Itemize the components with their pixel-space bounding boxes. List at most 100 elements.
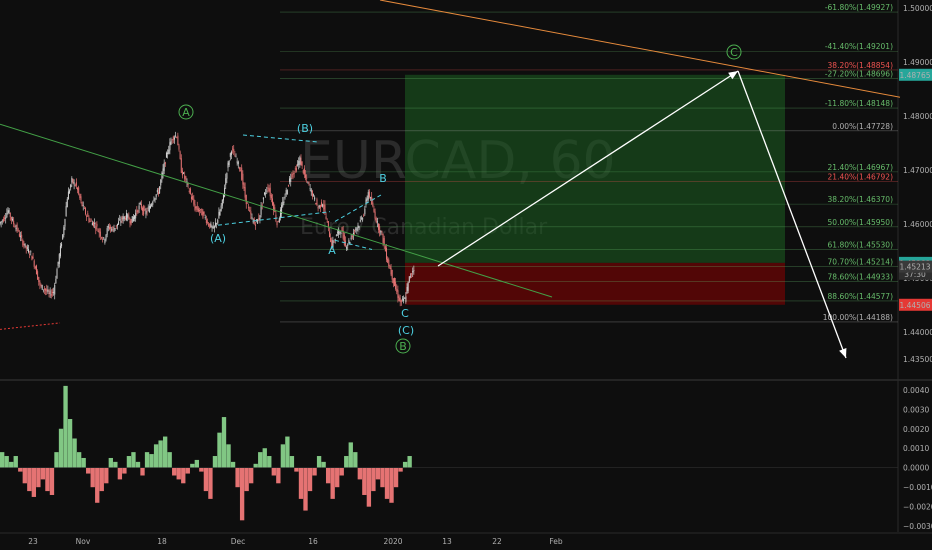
price-candle <box>183 172 185 174</box>
price-candle <box>24 243 26 246</box>
price-candle <box>282 201 284 207</box>
oscillator-bar <box>398 467 403 472</box>
position-zones[interactable] <box>405 74 785 305</box>
price-candle <box>79 194 81 199</box>
price-candle <box>287 185 289 187</box>
fib-level-label: 50.00%(1.45950) <box>828 218 894 227</box>
price-candle <box>264 192 266 195</box>
wave-label: B <box>379 172 387 185</box>
oscillator-bar <box>126 456 132 468</box>
eurcad-chart[interactable]: EURCAD, 60 Euro / Canadian Dollar -61.80… <box>0 0 932 550</box>
price-candle <box>115 225 117 227</box>
price-candle <box>122 216 124 221</box>
price-candle <box>225 178 227 185</box>
price-candle <box>152 201 154 205</box>
oscillator-bar <box>58 428 64 468</box>
price-candle <box>253 218 255 225</box>
price-candle <box>29 254 31 255</box>
price-candle <box>193 198 195 205</box>
price-candle <box>346 247 348 249</box>
oscillator-bar <box>375 467 381 480</box>
price-candle <box>400 299 402 303</box>
price-candle <box>257 219 259 224</box>
oscillator-bar <box>181 467 186 484</box>
price-candle <box>340 232 342 234</box>
price-candle <box>102 239 104 240</box>
oscillator-bar <box>45 467 50 492</box>
take-profit-zone[interactable] <box>405 74 785 263</box>
oscillator-bar <box>40 467 46 480</box>
oscillator-tick-label: 0.0010 <box>903 444 929 453</box>
price-candle <box>26 247 28 249</box>
oscillator-bar <box>167 452 172 468</box>
price-candle <box>18 233 20 237</box>
price-candle <box>409 276 411 278</box>
oscillator-tick-label: −0.0020 <box>903 503 932 512</box>
price-candle <box>202 211 204 218</box>
oscillator-bar <box>131 452 136 468</box>
oscillator-bar <box>280 444 286 468</box>
price-candle <box>265 193 267 195</box>
price-candle <box>384 246 386 252</box>
price-candle <box>208 223 210 226</box>
price-candle <box>260 205 262 215</box>
price-candle <box>31 255 33 261</box>
price-candle <box>356 227 358 231</box>
price-candle <box>61 243 63 247</box>
price-candle <box>143 206 145 215</box>
price-candle <box>363 215 365 217</box>
price-candle <box>98 229 100 234</box>
wave-label: (C) <box>398 324 414 337</box>
price-tick-label: 1.44000 <box>903 328 932 337</box>
fib-level-label: 88.60%(1.44577) <box>828 292 894 301</box>
price-candle <box>396 288 398 292</box>
price-candle <box>283 201 285 203</box>
oscillator-bar <box>72 438 77 468</box>
price-candle <box>224 187 226 197</box>
price-candle <box>173 137 175 140</box>
price-tick-label: 1.47000 <box>903 166 932 175</box>
price-candle <box>89 221 91 222</box>
price-candle <box>4 217 6 219</box>
price-candle <box>185 176 187 180</box>
price-candle <box>392 278 394 284</box>
price-candle <box>267 187 269 189</box>
price-candle <box>359 220 361 222</box>
price-candle <box>348 240 350 244</box>
price-candle <box>92 221 94 227</box>
oscillator-bar <box>235 467 240 488</box>
oscillator-bar <box>267 456 272 468</box>
price-candle <box>135 212 137 219</box>
price-candle <box>100 237 102 239</box>
price-candle <box>236 161 238 163</box>
oscillator-bar <box>380 467 385 488</box>
price-candle <box>177 135 179 146</box>
price-tick-label: 1.50000 <box>903 4 932 13</box>
price-candle <box>219 210 221 216</box>
price-candle <box>159 186 161 194</box>
price-candle <box>0 222 1 225</box>
oscillator-bar <box>176 467 181 480</box>
price-candle <box>108 227 110 230</box>
price-candle <box>240 170 242 172</box>
wave-label: A <box>182 106 190 119</box>
oscillator-bar <box>239 467 245 521</box>
price-candle <box>249 210 251 212</box>
price-candle <box>399 297 401 302</box>
price-tag-label: 1.48765 <box>899 71 930 80</box>
price-candle <box>35 265 37 275</box>
fib-level-label: 100.00%(1.44188) <box>823 313 893 322</box>
oscillator-bar <box>348 442 353 468</box>
price-candle <box>176 137 178 138</box>
price-candle <box>175 135 177 137</box>
fib-level-label: -27.20%(1.48696) <box>825 70 893 79</box>
fib-level-label: 21.40%(1.46792) <box>828 172 894 181</box>
oscillator-bar <box>99 467 104 492</box>
price-candle <box>40 284 42 286</box>
price-candle <box>209 223 211 228</box>
price-candle <box>110 226 112 229</box>
price-candle <box>199 209 201 212</box>
oscillator-tick-label: 0.0000 <box>903 464 929 473</box>
price-candle <box>181 170 183 176</box>
oscillator-bar <box>285 436 290 468</box>
